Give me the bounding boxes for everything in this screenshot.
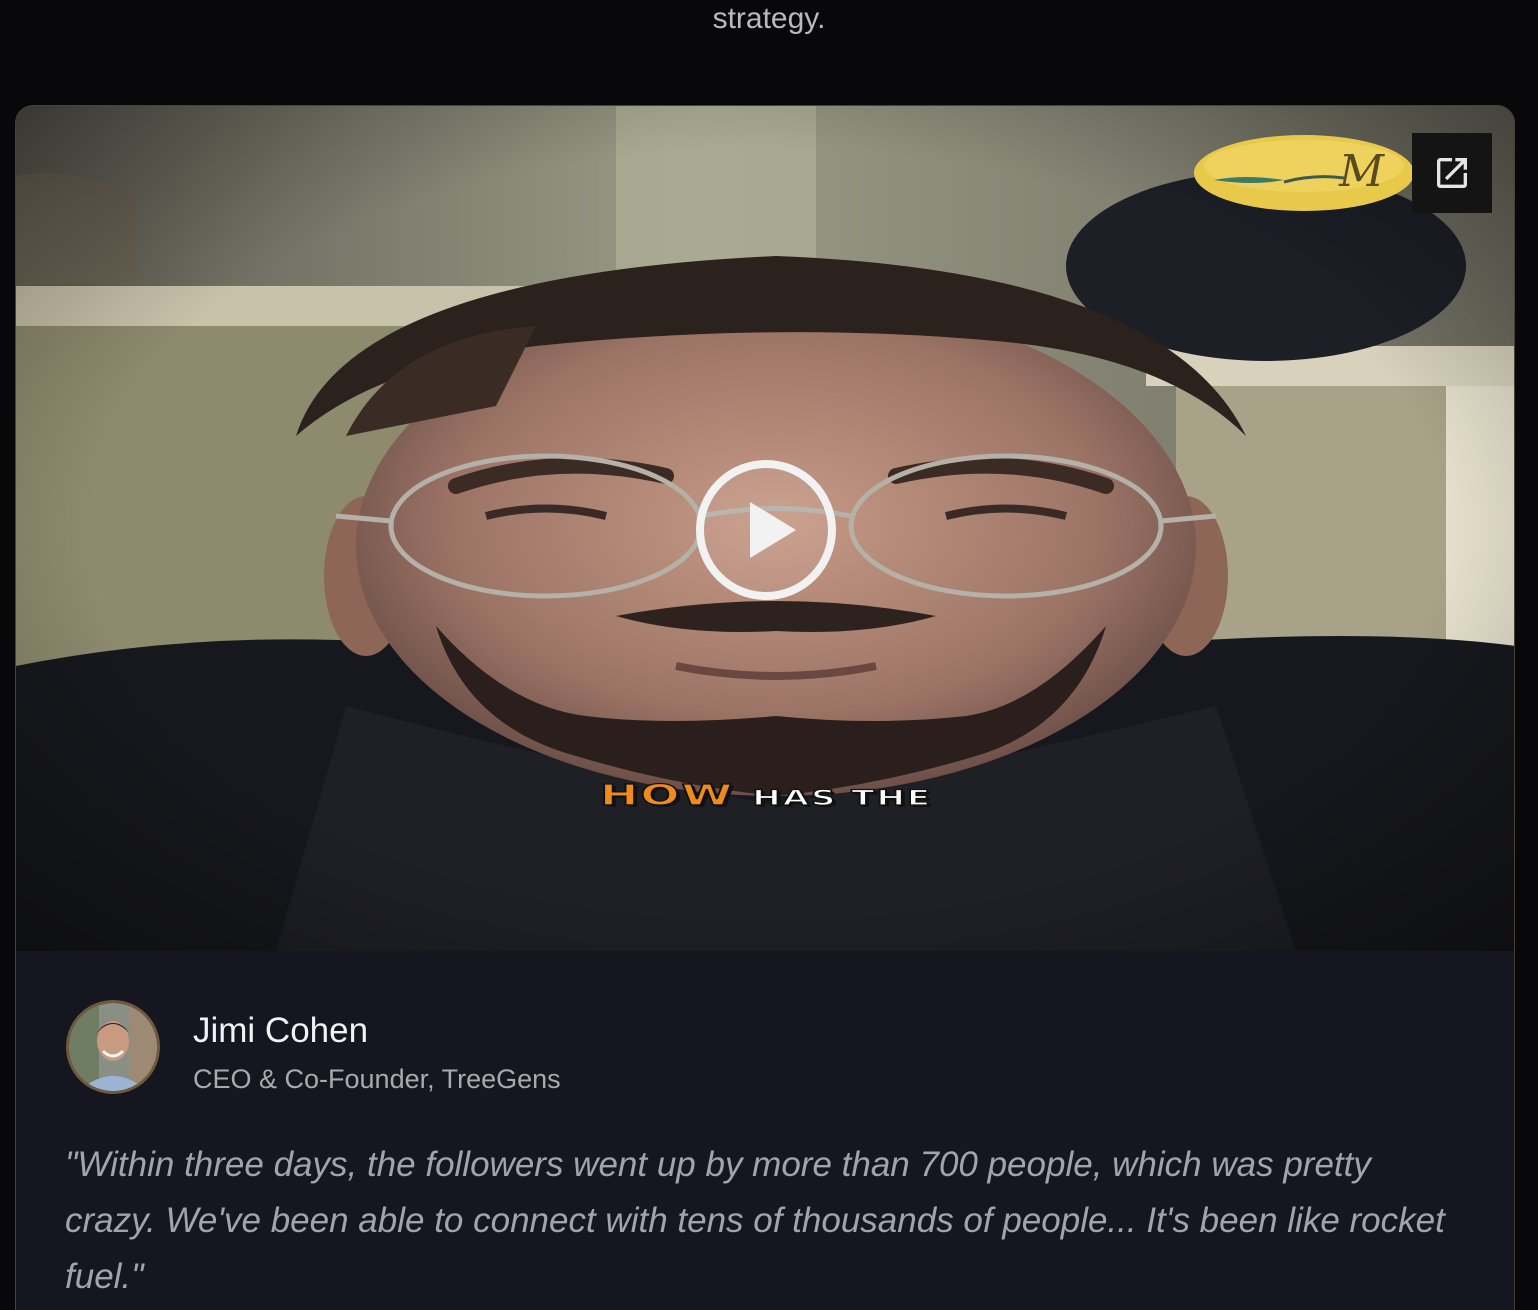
- testimonial-card: M HOW HAS THE Jimi Cohen CEO & Co-Founde…: [15, 105, 1515, 1310]
- play-button[interactable]: [694, 458, 838, 602]
- caption-highlight-word: HOW: [599, 778, 735, 813]
- video-player[interactable]: M HOW HAS THE: [16, 106, 1514, 951]
- person-role: CEO & Co-Founder, TreeGens: [193, 1064, 561, 1094]
- brand-logo-badge: M: [1194, 134, 1424, 212]
- logo-letter: M: [1338, 146, 1385, 197]
- testimonial-footer: Jimi Cohen CEO & Co-Founder, TreeGens "W…: [16, 951, 1514, 1310]
- person-name: Jimi Cohen: [193, 1011, 369, 1050]
- caption-words: HAS THE: [751, 785, 933, 811]
- avatar: [66, 1000, 160, 1094]
- testimonial-quote: "Within three days, the followers went u…: [65, 1145, 1445, 1296]
- external-link-icon: [1437, 158, 1467, 188]
- video-caption: HOW HAS THE: [16, 778, 1514, 813]
- open-external-button[interactable]: [1412, 133, 1492, 213]
- play-circle-icon: [696, 460, 836, 600]
- section-text-fragment: strategy.: [712, 2, 826, 35]
